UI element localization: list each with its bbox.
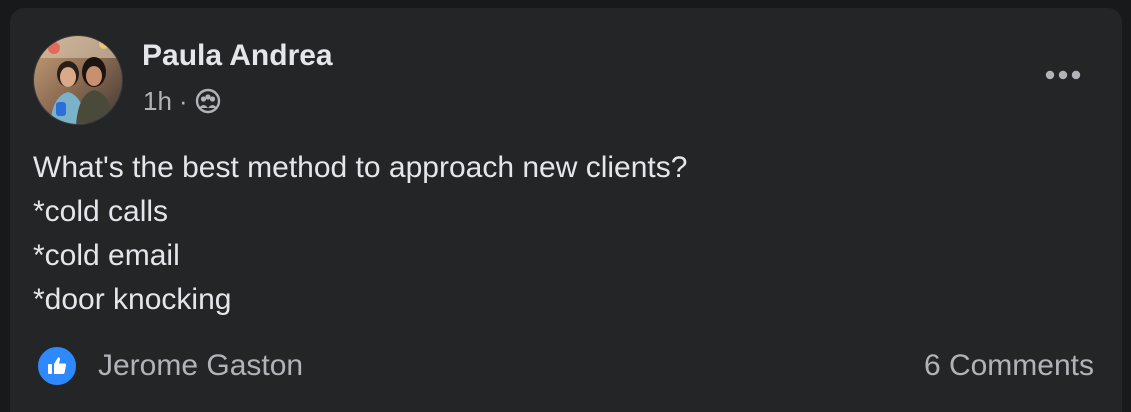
post-footer: Jerome Gaston 6 Comments [36, 344, 1094, 388]
post-body-line: *cold calls [33, 195, 169, 228]
author-name[interactable]: Paula Andrea [142, 39, 333, 73]
meta-separator: · [178, 85, 188, 116]
post-body: What's the best method to approach new c… [33, 146, 1093, 322]
reactor-name[interactable]: Jerome Gaston [98, 349, 303, 383]
more-options-icon [1045, 70, 1081, 80]
post-body-line: *cold email [33, 239, 180, 272]
like-icon[interactable] [36, 345, 78, 387]
more-options-button[interactable] [1040, 58, 1086, 92]
post-body-line: What's the best method to approach new c… [33, 151, 688, 184]
avatar-photo [34, 36, 122, 124]
post-body-line: *door knocking [33, 283, 232, 316]
group-audience-icon[interactable] [195, 88, 221, 114]
avatar[interactable] [33, 35, 123, 125]
post-card: Paula Andrea 1h · What's the best method… [10, 8, 1122, 412]
post-timestamp[interactable]: 1h [143, 86, 172, 117]
comments-count-link[interactable]: 6 Comments [924, 349, 1094, 383]
post-meta: 1h · [143, 84, 221, 118]
